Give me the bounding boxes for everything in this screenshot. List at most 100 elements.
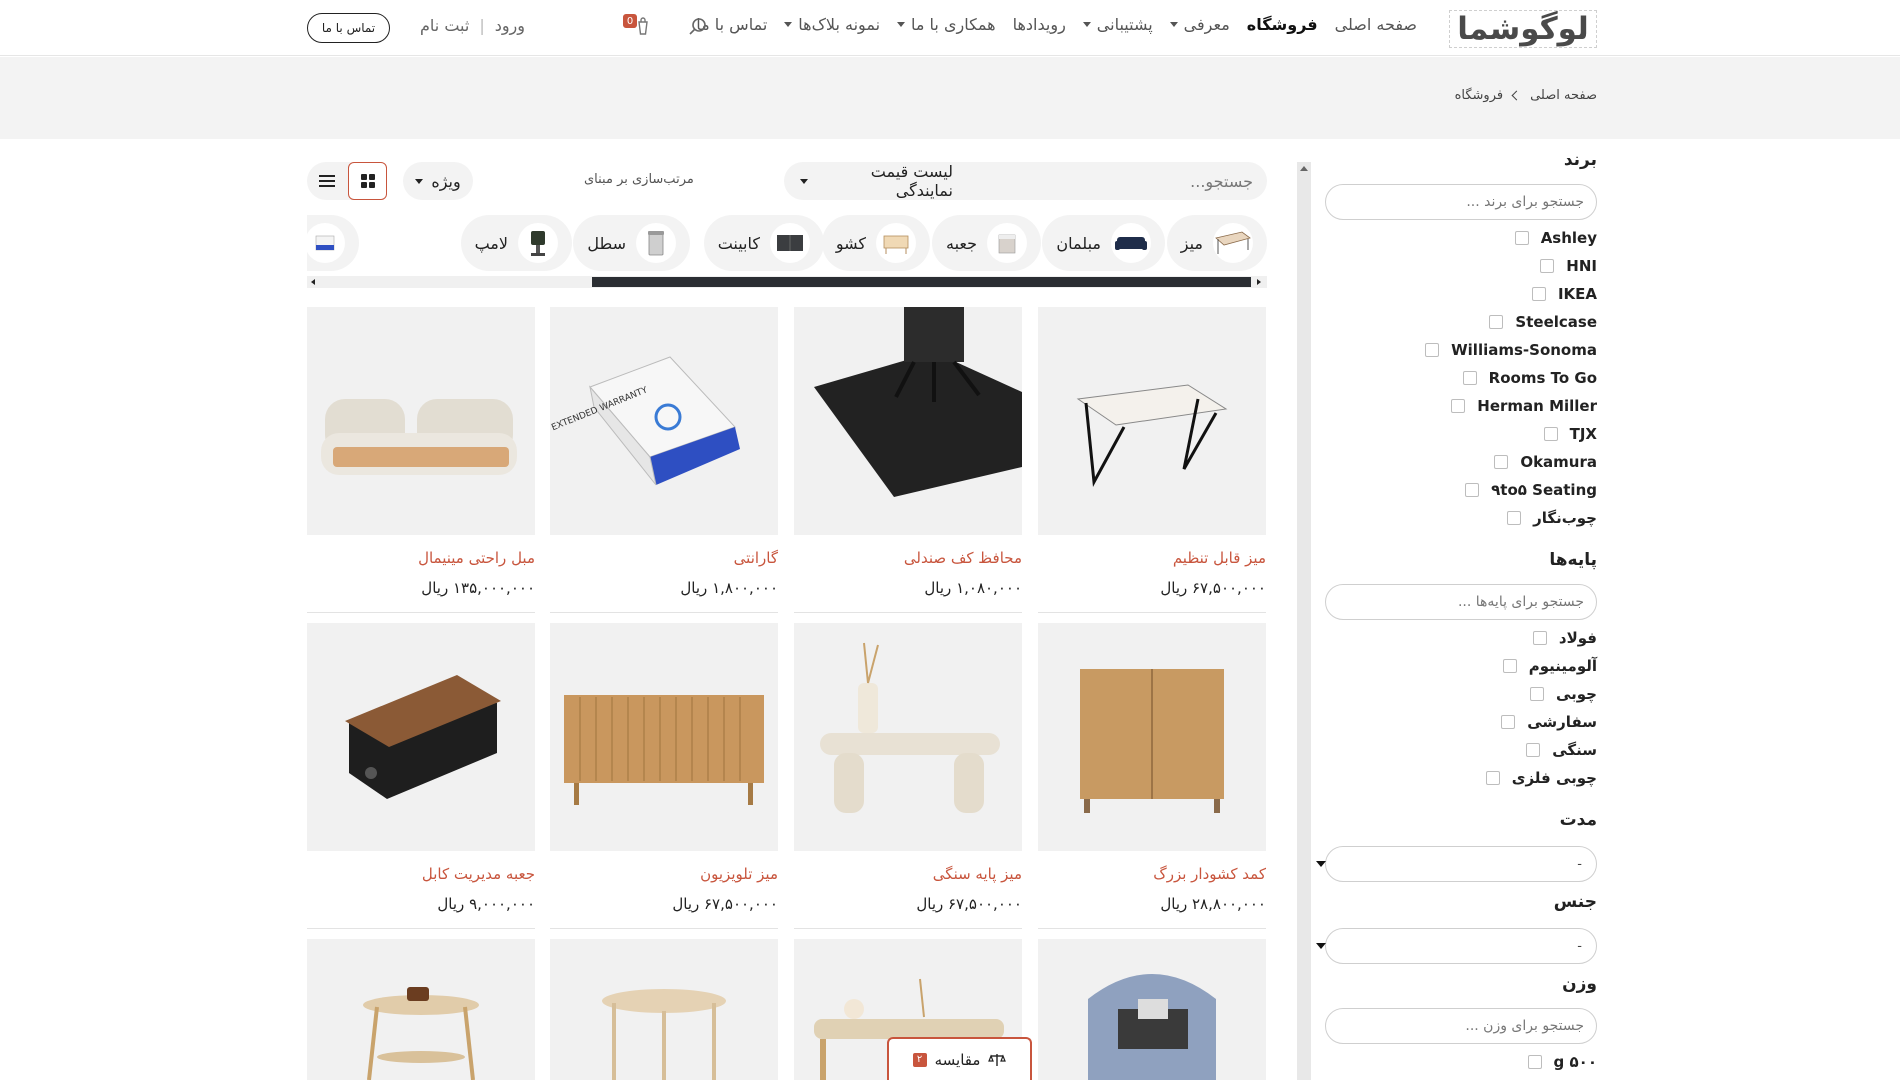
product-name[interactable]: گارانتی — [734, 549, 778, 567]
product-card[interactable]: میز پایه سنگی ۶۷,۵۰۰,۰۰۰ ریال — [794, 623, 1022, 929]
checkbox[interactable] — [1507, 511, 1522, 525]
product-image[interactable] — [1038, 939, 1266, 1080]
product-image[interactable] — [550, 623, 778, 851]
scroll-up-icon[interactable] — [1300, 166, 1308, 171]
product-image[interactable] — [794, 623, 1022, 851]
category-chip-bin[interactable]: سطل — [573, 215, 690, 271]
brand-option[interactable]: IKEA — [1305, 280, 1597, 308]
product-image[interactable] — [307, 307, 535, 535]
legs-option[interactable]: آلومینیوم — [1305, 652, 1597, 680]
nav-item-home[interactable]: صفحه اصلی — [1335, 15, 1417, 34]
product-card[interactable]: میز تلویزیون ۶۷,۵۰۰,۰۰۰ ریال — [550, 623, 778, 929]
scroll-left-icon[interactable] — [311, 279, 315, 285]
legs-option[interactable]: فولاد — [1305, 624, 1597, 652]
checkbox[interactable] — [1462, 371, 1477, 385]
nav-item-about[interactable]: معرفی — [1169, 15, 1230, 34]
brand-search-input[interactable]: جستجو برای برند ... — [1325, 184, 1597, 220]
material-select[interactable]: - — [1316, 928, 1597, 964]
category-chip-desk[interactable]: میز — [1166, 215, 1267, 271]
product-image[interactable] — [550, 939, 778, 1080]
checkbox[interactable] — [1514, 231, 1529, 245]
nav-item-blocks[interactable]: نمونه بلاک‌ها — [784, 15, 880, 34]
checkbox[interactable] — [1502, 659, 1517, 673]
checkbox[interactable] — [1529, 687, 1544, 701]
product-card[interactable] — [1038, 939, 1266, 1080]
contact-button[interactable]: تماس با ما — [307, 13, 390, 43]
product-name[interactable]: کمد کشودار بزرگ — [1153, 865, 1266, 883]
breadcrumb-home[interactable]: صفحه اصلی — [1530, 88, 1597, 103]
compare-button[interactable]: مقایسه ۲ — [887, 1037, 1032, 1080]
category-chip-furniture[interactable]: مبلمان — [1042, 215, 1165, 271]
product-card[interactable]: میز قابل تنظیم ۶۷,۵۰۰,۰۰۰ ریال — [1038, 307, 1266, 613]
site-logo[interactable]: لوگوشما — [1449, 10, 1597, 48]
checkbox[interactable] — [1425, 343, 1440, 357]
brand-option[interactable]: HNI — [1305, 252, 1597, 280]
product-name[interactable]: مبل راحتی مینیمال — [418, 549, 535, 567]
product-image[interactable] — [307, 623, 535, 851]
chips-scrollbar-thumb[interactable] — [592, 277, 1251, 287]
legs-option[interactable]: چوبی — [1305, 680, 1597, 708]
checkbox[interactable] — [1540, 259, 1555, 273]
brand-option[interactable]: Okamura — [1305, 448, 1597, 476]
checkbox[interactable] — [1526, 743, 1541, 757]
search-icon[interactable] — [688, 17, 708, 37]
checkbox[interactable] — [1543, 427, 1558, 441]
brand-option[interactable]: Williams-Sonoma — [1305, 336, 1597, 364]
checkbox[interactable] — [1494, 455, 1509, 469]
product-card[interactable]: جعبه مدیریت کابل ۹,۰۰۰,۰۰۰ ریال — [307, 623, 535, 929]
pricelist-dropdown[interactable]: لیست قیمت نمایندگی — [784, 162, 969, 200]
brand-option[interactable]: Rooms To Go — [1305, 364, 1597, 392]
product-image[interactable]: EXTENDED WARRANTY — [550, 307, 778, 535]
product-name[interactable]: میز تلویزیون — [700, 865, 778, 883]
nav-item-events[interactable]: رویدادها — [1013, 15, 1066, 34]
product-card[interactable]: مبل راحتی مینیمال ۱۳۵,۰۰۰,۰۰۰ ریال — [307, 307, 535, 613]
sort-dropdown[interactable]: ویژه — [403, 162, 473, 200]
weight-option[interactable]: ۵۰۰ g — [1305, 1048, 1597, 1076]
register-link[interactable]: ثبت نام — [420, 16, 469, 35]
checkbox[interactable] — [1531, 287, 1546, 301]
legs-search-input[interactable]: جستجو برای پایه‌ها ... — [1325, 584, 1597, 620]
product-card[interactable] — [307, 939, 535, 1080]
category-chip-partial[interactable] — [307, 215, 359, 271]
checkbox[interactable] — [1451, 399, 1466, 413]
brand-option[interactable]: ۹to۵ Seating — [1305, 476, 1597, 504]
checkbox[interactable] — [1527, 1055, 1542, 1069]
legs-option[interactable]: سنگی — [1305, 736, 1597, 764]
category-chip-cabinet[interactable]: کابینت — [703, 215, 824, 271]
scroll-right-icon[interactable] — [1257, 279, 1261, 285]
sidebar-scrollbar[interactable] — [1297, 162, 1311, 1080]
nav-item-support[interactable]: پشتیبانی — [1082, 15, 1153, 34]
product-image[interactable] — [1038, 307, 1266, 535]
product-image[interactable] — [1038, 623, 1266, 851]
legs-option[interactable]: چوبی فلزی — [1305, 764, 1597, 792]
legs-option[interactable]: سفارشی — [1305, 708, 1597, 736]
product-card[interactable]: محافظ کف صندلی ۱,۰۸۰,۰۰۰ ریال — [794, 307, 1022, 613]
product-card[interactable] — [550, 939, 778, 1080]
checkbox[interactable] — [1465, 483, 1480, 497]
brand-option[interactable]: Ashley — [1305, 224, 1597, 252]
checkbox[interactable] — [1485, 771, 1500, 785]
brand-option[interactable]: چوب‌نگار — [1305, 504, 1597, 532]
login-link[interactable]: ورود — [495, 16, 525, 35]
product-name[interactable]: میز قابل تنظیم — [1173, 549, 1266, 567]
brand-option[interactable]: Herman Miller — [1305, 392, 1597, 420]
product-image[interactable] — [794, 307, 1022, 535]
brand-option[interactable]: Steelcase — [1305, 308, 1597, 336]
product-name[interactable]: میز پایه سنگی — [933, 865, 1022, 883]
brand-option[interactable]: TJX — [1305, 420, 1597, 448]
category-chip-lamp[interactable]: لامپ — [460, 215, 572, 271]
product-card[interactable]: کمد کشودار بزرگ ۲۸,۸۰۰,۰۰۰ ریال — [1038, 623, 1266, 929]
product-card[interactable]: EXTENDED WARRANTY گارانتی ۱,۸۰۰,۰۰۰ ریال — [550, 307, 778, 613]
product-image[interactable] — [307, 939, 535, 1080]
nav-item-careers[interactable]: همکاری با ما — [897, 15, 996, 34]
category-chip-drawer[interactable]: کشو — [821, 215, 930, 271]
weight-search-input[interactable]: جستجو برای وزن ... — [1325, 1008, 1597, 1044]
product-name[interactable]: محافظ کف صندلی — [904, 549, 1022, 567]
product-name[interactable]: جعبه مدیریت کابل — [422, 865, 535, 883]
checkbox[interactable] — [1532, 631, 1547, 645]
list-view-button[interactable] — [307, 162, 347, 200]
nav-item-shop[interactable]: فروشگاه — [1247, 15, 1318, 34]
checkbox[interactable] — [1501, 715, 1516, 729]
duration-select[interactable]: - — [1316, 846, 1597, 882]
grid-view-button[interactable] — [348, 162, 387, 200]
